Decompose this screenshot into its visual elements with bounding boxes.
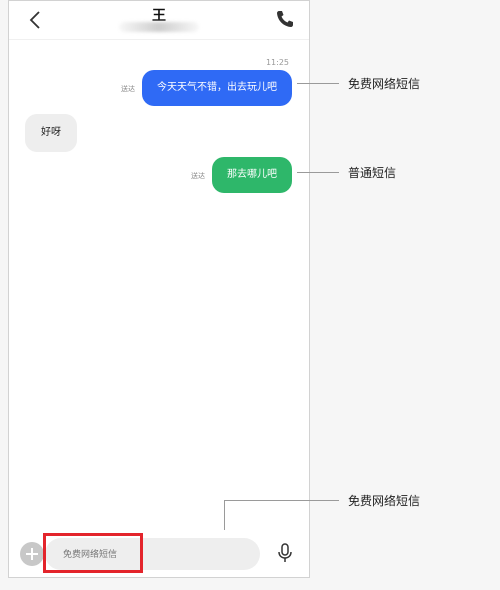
header-divider <box>9 39 309 40</box>
delivery-status: 送达 <box>121 85 135 93</box>
outgoing-sms-bubble[interactable]: 那去哪儿吧 <box>212 157 292 193</box>
annotation-label-normal-sms: 普通短信 <box>348 166 397 180</box>
annotation-line <box>224 500 339 501</box>
annotation-line <box>297 83 339 84</box>
annotation-label-input-network-sms: 免费网络短信 <box>348 494 421 508</box>
chat-header: 王 <box>9 1 309 39</box>
incoming-message-bubble[interactable]: 好呀 <box>25 114 77 152</box>
message-timestamp: 11:25 <box>265 58 289 67</box>
outgoing-message-bubble[interactable]: 今天天气不错，出去玩儿吧 <box>142 70 292 106</box>
annotation-line <box>297 172 339 173</box>
delivery-status: 送达 <box>191 172 205 180</box>
highlight-box <box>43 533 143 573</box>
annotation-label-network-sms: 免费网络短信 <box>348 77 421 91</box>
add-attachment-icon[interactable] <box>20 542 44 566</box>
microphone-icon[interactable] <box>276 542 294 564</box>
annotation-line <box>224 500 225 530</box>
blurred-phone-number <box>119 22 199 32</box>
phone-call-icon[interactable] <box>275 9 295 29</box>
phone-screen: 王 11:25 送达 今天天气不错，出去玩儿吧 好呀 送达 那去哪儿吧 <box>8 0 310 578</box>
compose-bar <box>9 529 309 579</box>
